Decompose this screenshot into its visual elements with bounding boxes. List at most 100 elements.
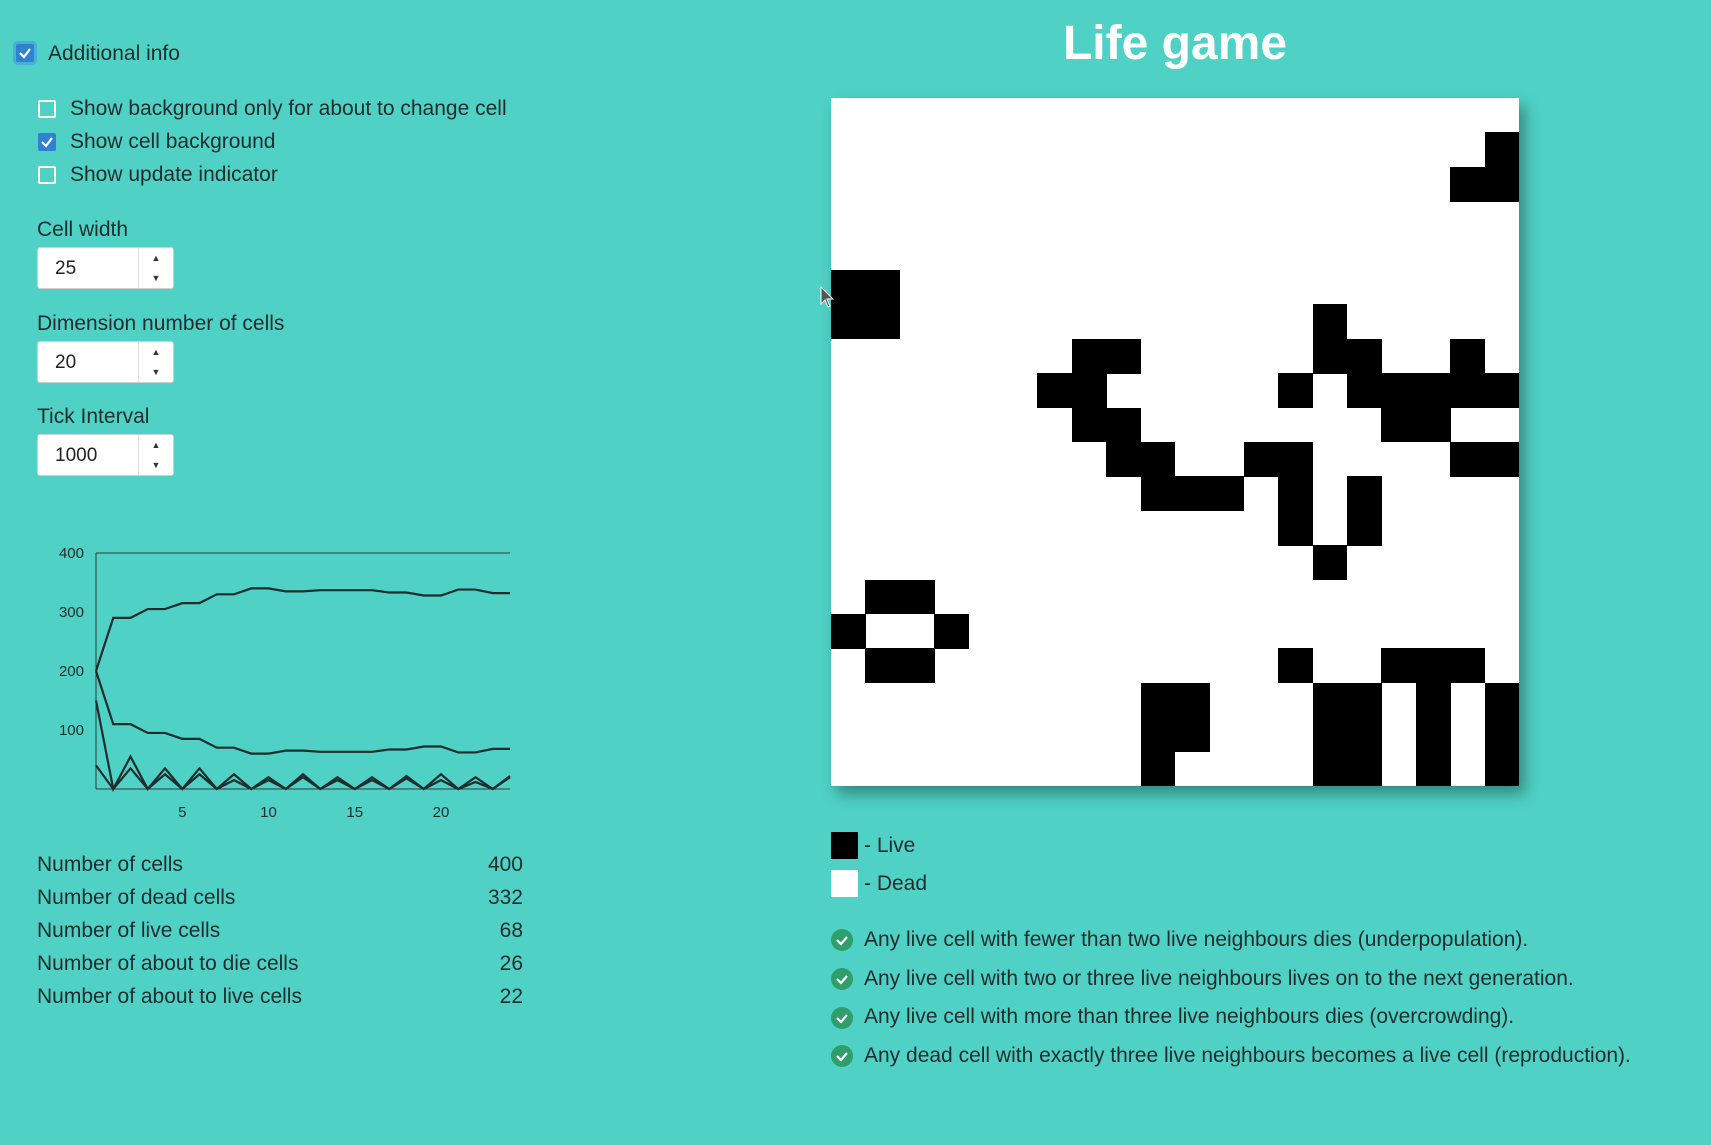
live-cell[interactable] — [1106, 442, 1142, 477]
live-cell[interactable] — [1106, 338, 1142, 374]
live-cell[interactable] — [1415, 373, 1451, 409]
tick-interval-stepper[interactable]: ▲ ▼ — [138, 435, 173, 475]
live-cell[interactable] — [1278, 442, 1314, 477]
tick-interval-value[interactable]: 1000 — [55, 445, 97, 467]
live-cell[interactable] — [1140, 717, 1176, 753]
live-cell[interactable] — [1347, 373, 1382, 409]
live-cell[interactable] — [1347, 751, 1382, 787]
live-cell[interactable] — [1450, 338, 1486, 374]
increment-icon[interactable]: ▲ — [139, 342, 173, 362]
show-background-about-to-change-checkbox[interactable] — [38, 100, 56, 118]
live-cell[interactable] — [1278, 373, 1314, 409]
live-cell[interactable] — [934, 614, 970, 649]
live-cell[interactable] — [1381, 648, 1417, 684]
live-cell[interactable] — [1071, 373, 1107, 409]
live-cell[interactable] — [1175, 717, 1210, 753]
live-cell[interactable] — [1347, 338, 1382, 374]
live-cell[interactable] — [1243, 442, 1279, 477]
live-cell[interactable] — [1312, 751, 1348, 787]
legend-dead-label: - Dead — [864, 872, 928, 895]
legend-dead-swatch — [831, 870, 858, 897]
increment-icon[interactable]: ▲ — [139, 435, 173, 455]
live-cell[interactable] — [1484, 166, 1520, 202]
live-cell[interactable] — [1450, 373, 1486, 409]
show-update-indicator-checkbox[interactable] — [38, 166, 56, 184]
live-cell[interactable] — [1071, 338, 1107, 374]
stat-row: Number of dead cells 332 — [37, 886, 523, 910]
live-cell[interactable] — [1450, 442, 1486, 477]
live-cell[interactable] — [1484, 682, 1520, 718]
stat-row: Number of cells 400 — [37, 853, 523, 877]
decrement-icon[interactable]: ▼ — [139, 362, 173, 382]
dimension-value[interactable]: 20 — [55, 352, 76, 374]
live-cell[interactable] — [1175, 682, 1210, 718]
live-cell[interactable] — [831, 614, 866, 649]
show-cell-background-checkbox[interactable] — [38, 133, 56, 151]
live-cell[interactable] — [1175, 476, 1210, 512]
decrement-icon[interactable]: ▼ — [139, 455, 173, 475]
game-board[interactable] — [831, 98, 1520, 787]
legend-live-label: - Live — [864, 834, 916, 857]
live-cell[interactable] — [1381, 407, 1417, 443]
live-cell[interactable] — [1209, 476, 1245, 512]
dimension-stepper[interactable]: ▲ ▼ — [138, 342, 173, 382]
live-cell[interactable] — [1347, 717, 1382, 753]
show-background-about-to-change-label: Show background only for about to change… — [70, 97, 507, 120]
live-cell[interactable] — [1312, 338, 1348, 374]
live-cell[interactable] — [1140, 682, 1176, 718]
live-cell[interactable] — [831, 304, 866, 340]
stat-label: Number of dead cells — [37, 886, 236, 909]
cell-width-stepper[interactable]: ▲ ▼ — [138, 248, 173, 288]
y-tick-label: 100 — [59, 722, 84, 739]
live-cell[interactable] — [1140, 442, 1176, 477]
live-cell[interactable] — [1312, 682, 1348, 718]
live-cell[interactable] — [1278, 476, 1314, 512]
live-cell[interactable] — [1484, 717, 1520, 753]
live-cell[interactable] — [865, 270, 901, 305]
live-cell[interactable] — [1140, 751, 1176, 787]
live-cell[interactable] — [1415, 407, 1451, 443]
stat-label: Number of cells — [37, 853, 183, 876]
live-cell[interactable] — [1484, 751, 1520, 787]
live-cell[interactable] — [1415, 717, 1451, 753]
live-cell[interactable] — [1347, 476, 1382, 512]
tick-interval-input[interactable]: 1000 ▲ ▼ — [37, 434, 174, 476]
additional-info-label: Additional info — [48, 42, 180, 65]
stat-label: Number of about to live cells — [37, 985, 302, 1008]
live-cell[interactable] — [865, 579, 901, 615]
live-cell[interactable] — [1312, 304, 1348, 340]
live-cell[interactable] — [899, 648, 935, 684]
live-cell[interactable] — [899, 579, 935, 615]
live-cell[interactable] — [1071, 407, 1107, 443]
live-cell[interactable] — [1381, 373, 1417, 409]
cell-width-input[interactable]: 25 ▲ ▼ — [37, 247, 174, 289]
legend-live-swatch — [831, 832, 858, 859]
live-cell[interactable] — [1484, 442, 1520, 477]
dimension-input[interactable]: 20 ▲ ▼ — [37, 341, 174, 383]
live-cell[interactable] — [1415, 648, 1451, 684]
live-cell[interactable] — [1106, 407, 1142, 443]
live-cell[interactable] — [1347, 510, 1382, 546]
increment-icon[interactable]: ▲ — [139, 248, 173, 268]
live-cell[interactable] — [1484, 373, 1520, 409]
live-cell[interactable] — [831, 270, 866, 305]
live-cell[interactable] — [1278, 648, 1314, 684]
live-cell[interactable] — [1450, 166, 1486, 202]
live-cell[interactable] — [1415, 751, 1451, 787]
additional-info-checkbox[interactable] — [16, 44, 34, 62]
live-cell[interactable] — [1347, 682, 1382, 718]
live-cell[interactable] — [865, 304, 901, 340]
live-cell[interactable] — [1450, 648, 1486, 684]
live-cell[interactable] — [1415, 682, 1451, 718]
live-cell[interactable] — [1037, 373, 1073, 409]
live-cell[interactable] — [865, 648, 901, 684]
decrement-icon[interactable]: ▼ — [139, 268, 173, 288]
live-cell[interactable] — [1312, 545, 1348, 581]
page-title: Life game — [1062, 17, 1288, 70]
live-cell[interactable] — [1312, 717, 1348, 753]
stat-value: 26 — [499, 952, 523, 975]
cell-width-value[interactable]: 25 — [55, 258, 76, 280]
live-cell[interactable] — [1140, 476, 1176, 512]
live-cell[interactable] — [1278, 510, 1314, 546]
live-cell[interactable] — [1484, 132, 1520, 168]
